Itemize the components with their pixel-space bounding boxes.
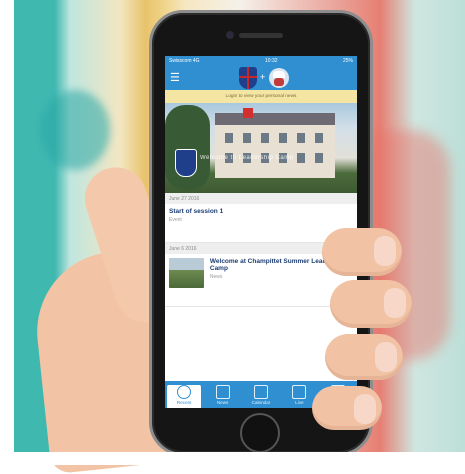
item-category: News — [209, 274, 223, 280]
tab-label: Recent — [176, 400, 192, 405]
login-banner[interactable]: Login to view your personal news — [165, 90, 357, 103]
background-blob — [40, 90, 110, 170]
building-window — [297, 133, 305, 143]
finger-nail — [384, 288, 406, 318]
date-header-label: June 27 2016 — [169, 195, 200, 202]
hand-finger — [312, 386, 382, 430]
home-button[interactable] — [240, 413, 280, 453]
image-border — [0, 452, 465, 465]
building-window — [315, 153, 323, 163]
building-window — [243, 133, 251, 143]
status-bar: Swisscom 4G 10:32 25% — [165, 56, 357, 66]
finger-nail — [375, 342, 397, 372]
building-window — [297, 153, 305, 163]
app-bar: ☰ + — [165, 66, 357, 90]
status-battery: 25% — [342, 58, 353, 64]
clock-icon — [177, 385, 192, 399]
status-time: 10:32 — [265, 58, 278, 64]
status-carrier: Swisscom 4G — [169, 58, 200, 64]
item-title: Start of session 1 — [169, 208, 224, 215]
image-border — [0, 0, 14, 465]
login-banner-text: Login to view your personal news — [225, 94, 297, 99]
swiss-flag-icon — [243, 108, 253, 118]
tab-label: Calendar — [251, 400, 271, 405]
hero-crest-icon — [175, 149, 197, 177]
news-icon — [215, 385, 230, 399]
item-thumbnail — [169, 258, 204, 288]
earpiece — [239, 33, 283, 38]
building-window — [225, 133, 233, 143]
calendar-icon — [253, 385, 268, 399]
building-window — [279, 133, 287, 143]
tab-calendar[interactable]: Calendar — [244, 385, 278, 408]
menu-icon[interactable]: ☰ — [170, 72, 182, 84]
tab-news[interactable]: News — [206, 385, 240, 408]
date-header-label: June 6 2016 — [169, 245, 197, 252]
date-header: June 27 2016 — [165, 193, 357, 204]
finger-nail — [354, 394, 376, 424]
tab-label: News — [216, 400, 229, 405]
front-camera — [226, 31, 234, 39]
school-crest-icon — [239, 67, 257, 89]
hero-tree — [165, 105, 210, 190]
tab-label: Live — [295, 400, 304, 405]
tab-recent[interactable]: Recent — [167, 385, 202, 408]
item-category: Event — [169, 217, 182, 223]
chef-logo-icon — [269, 68, 289, 88]
live-icon — [292, 385, 307, 399]
hero-image: Welcome to Leadership Camp — [165, 103, 357, 193]
hero-building — [215, 113, 335, 178]
finger-nail — [374, 236, 396, 266]
hero-overlay-text: Welcome to Leadership Camp — [200, 155, 294, 161]
hand-finger — [330, 280, 412, 328]
building-window — [315, 133, 323, 143]
hand-finger — [322, 228, 402, 276]
building-window — [261, 133, 269, 143]
header-join-symbol: + — [260, 72, 266, 82]
hand-finger — [325, 334, 403, 380]
